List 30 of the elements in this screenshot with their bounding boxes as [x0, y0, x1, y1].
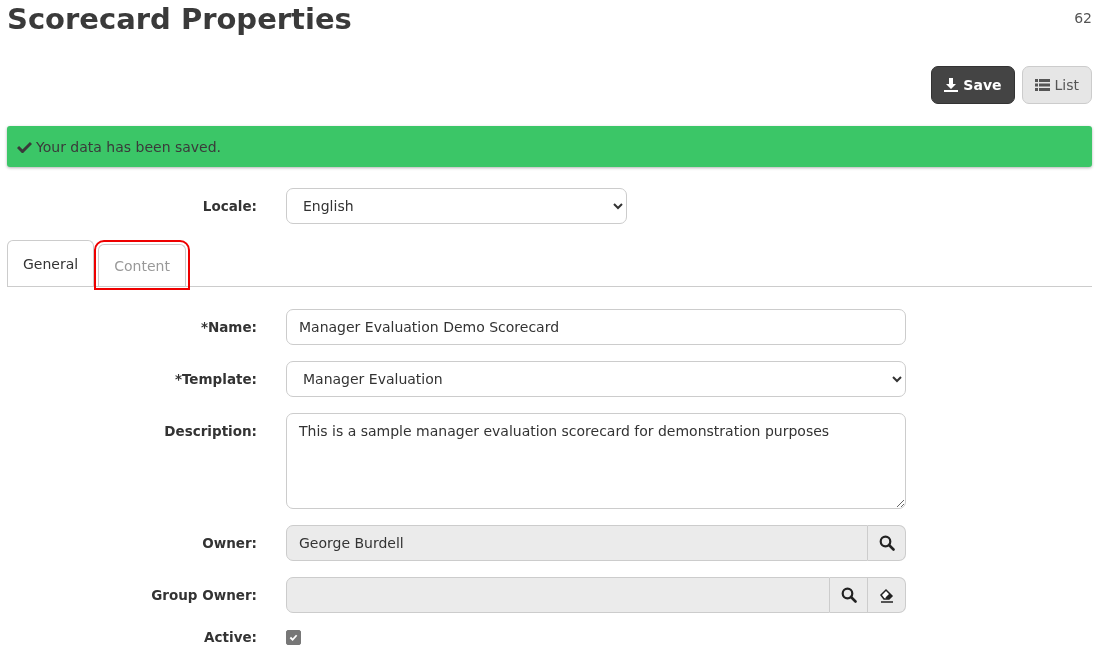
template-select[interactable]: Manager Evaluation: [286, 361, 906, 397]
check-icon: [289, 632, 298, 642]
description-field[interactable]: This is a sample manager evaluation scorecard for demonstration purposes: [286, 413, 906, 509]
tab[interactable]: General: [7, 240, 95, 286]
field-label: *Template:: [173, 371, 257, 387]
alert-message: Your data has been saved.: [36, 138, 222, 155]
field-label: Group Owner:: [150, 587, 257, 603]
check-icon: [17, 140, 32, 153]
clear-button[interactable]: [868, 577, 906, 613]
field-label: *Name:: [199, 319, 257, 335]
field-label: Active:: [203, 629, 257, 645]
lookup-field[interactable]: George Burdell: [286, 525, 868, 561]
search-icon: [878, 535, 895, 551]
search-button[interactable]: [868, 525, 906, 561]
field-label: Locale:: [201, 198, 257, 214]
download-icon: [944, 78, 959, 92]
field-label: Owner:: [201, 535, 257, 551]
eraser-icon: [878, 587, 895, 603]
search-button[interactable]: [830, 577, 868, 613]
search-icon: [840, 587, 857, 603]
field-label: Description:: [163, 422, 257, 439]
list-icon: [1034, 78, 1050, 92]
name-field[interactable]: Manager Evaluation Demo Scorecard: [286, 309, 906, 345]
page-title: Scorecard Properties: [7, 1, 352, 38]
active-checkbox[interactable]: [286, 629, 301, 645]
record-id: 62: [1074, 10, 1092, 26]
lookup-field[interactable]: [286, 577, 830, 613]
locale-select[interactable]: English: [286, 188, 627, 224]
list-button[interactable]: List: [1021, 66, 1092, 104]
save-button[interactable]: Save: [931, 66, 1015, 104]
